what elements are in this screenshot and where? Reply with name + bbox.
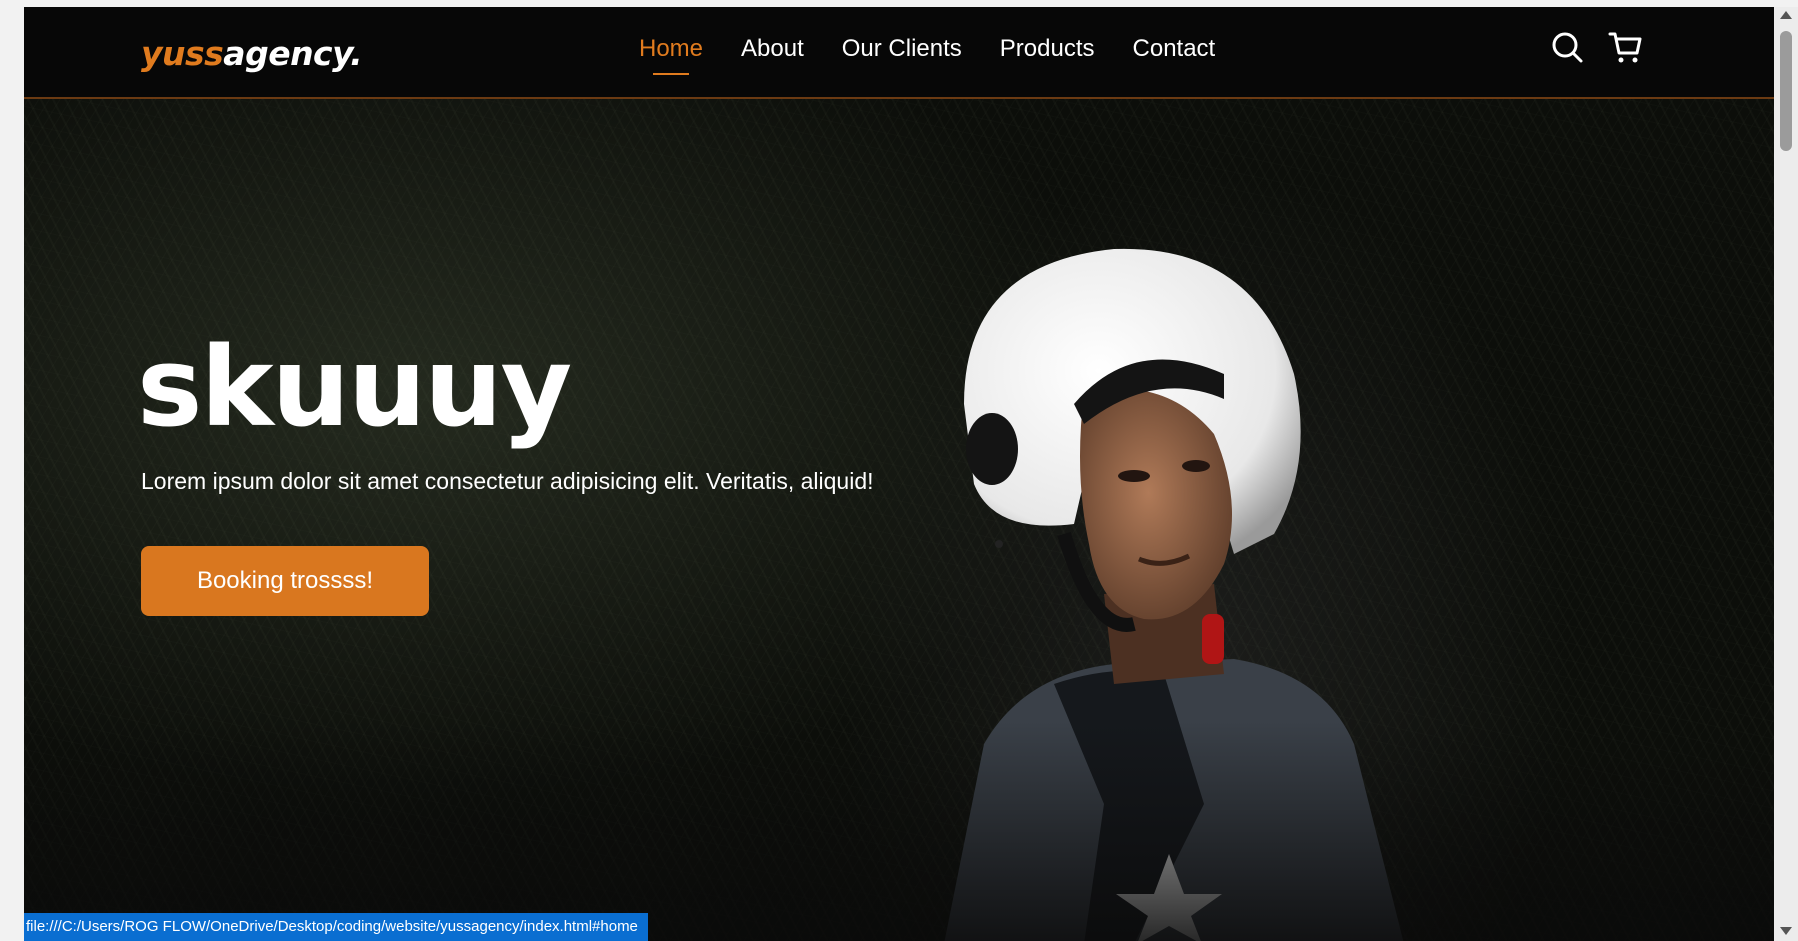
booking-button[interactable]: Booking trossss! <box>141 546 429 616</box>
top-navbar: yussagency. Home About Our Clients Produ… <box>24 7 1774 99</box>
page-scrollbar[interactable] <box>1774 7 1798 941</box>
scroll-up-arrow-icon[interactable] <box>1780 11 1792 19</box>
nav-link-contact[interactable]: Contact <box>1133 35 1216 75</box>
browser-viewport: skuuuy Lorem ipsum dolor sit amet consec… <box>24 7 1774 941</box>
hero-bottom-fade <box>24 721 1774 941</box>
link-status-bar: file:///C:/Users/ROG FLOW/OneDrive/Deskt… <box>24 913 648 941</box>
nav-link-about[interactable]: About <box>741 35 804 75</box>
nav-link-our-clients[interactable]: Our Clients <box>842 35 962 75</box>
hero-description: Lorem ipsum dolor sit amet consectetur a… <box>141 468 874 494</box>
search-icon[interactable] <box>1549 29 1587 67</box>
scroll-down-arrow-icon[interactable] <box>1780 927 1792 935</box>
hero-title: skuuuy <box>137 323 572 451</box>
main-nav: Home About Our Clients Products Contact <box>639 35 1253 75</box>
nav-link-products[interactable]: Products <box>1000 35 1095 75</box>
cart-icon[interactable] <box>1607 29 1645 67</box>
nav-link-home[interactable]: Home <box>639 35 703 75</box>
nav-icons <box>1549 29 1645 67</box>
logo-accent-text: yuss <box>141 34 224 73</box>
brand-logo[interactable]: yussagency. <box>141 34 363 73</box>
hero-section: skuuuy Lorem ipsum dolor sit amet consec… <box>24 99 1774 941</box>
scroll-thumb[interactable] <box>1780 31 1792 151</box>
logo-text: agency. <box>223 34 363 73</box>
